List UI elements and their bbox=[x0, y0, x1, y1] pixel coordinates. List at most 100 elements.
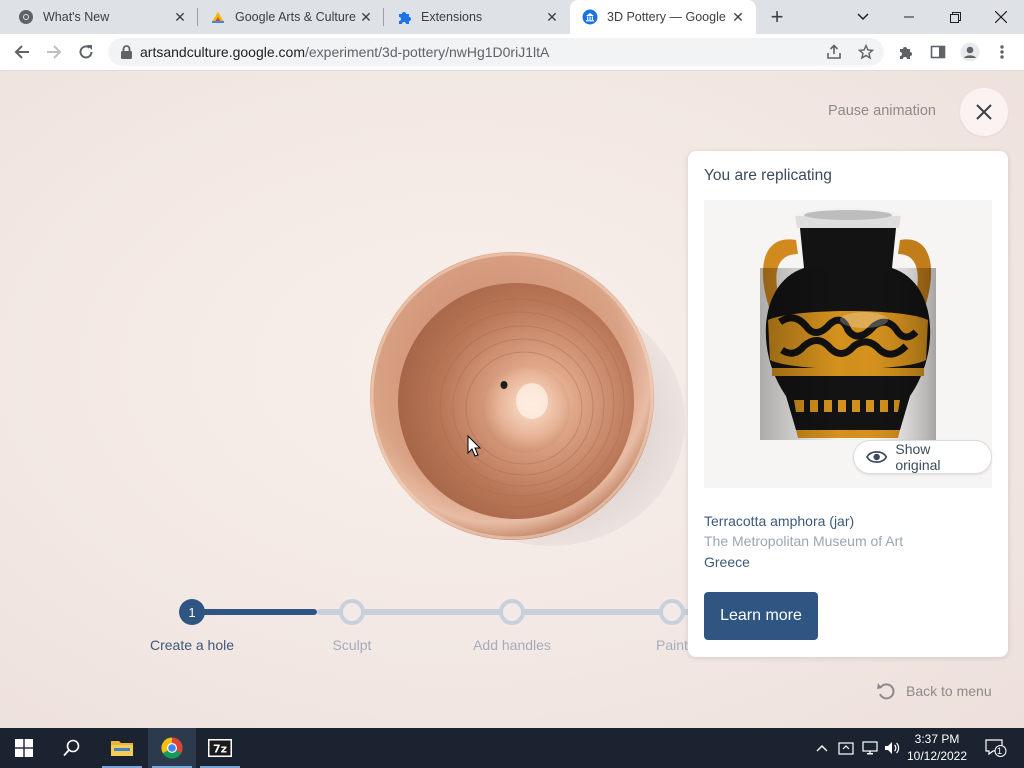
windows-logo-icon bbox=[15, 739, 33, 757]
tab-whats-new[interactable]: What's New ✕ bbox=[6, 0, 198, 34]
pottery-canvas[interactable] bbox=[360, 251, 690, 551]
tab-title: Google Arts & Culture bbox=[235, 10, 356, 24]
step-2-marker bbox=[339, 599, 365, 625]
url-text: artsandculture.google.com/experiment/3d-… bbox=[140, 44, 549, 60]
file-explorer-icon bbox=[111, 741, 133, 756]
step-1-label: Create a hole bbox=[149, 637, 235, 653]
close-icon bbox=[995, 11, 1007, 23]
7zip-icon: 7z bbox=[208, 739, 232, 757]
arrow-right-icon bbox=[47, 45, 62, 59]
profile-button[interactable] bbox=[956, 38, 984, 66]
minimize-button[interactable] bbox=[886, 0, 932, 34]
windows-taskbar: 7z 3:37 PM 10/12/2022 1 bbox=[0, 728, 1024, 768]
close-tab-icon[interactable]: ✕ bbox=[356, 7, 376, 27]
artwork-place: Greece bbox=[704, 554, 750, 570]
close-tab-icon[interactable]: ✕ bbox=[170, 7, 190, 27]
taskbar-chrome[interactable] bbox=[148, 728, 196, 768]
step-3-label: Add handles bbox=[473, 637, 551, 653]
restore-button[interactable] bbox=[932, 0, 978, 34]
tab-search-button[interactable] bbox=[840, 0, 886, 34]
network-icon bbox=[862, 741, 878, 755]
chrome-icon bbox=[18, 9, 34, 25]
tab-3d-pottery[interactable]: 3D Pottery — Google Arts & Culture ✕ bbox=[570, 0, 756, 34]
show-hidden-icons-button[interactable] bbox=[814, 740, 830, 756]
pause-animation-link[interactable]: Pause animation bbox=[828, 103, 936, 119]
share-icon bbox=[827, 44, 841, 59]
back-to-menu-link[interactable]: Back to menu bbox=[876, 681, 992, 701]
browser-toolbar: artsandculture.google.com/experiment/3d-… bbox=[0, 34, 1024, 71]
tray-app-icon[interactable] bbox=[838, 740, 854, 756]
artwork-museum: The Metropolitan Museum of Art bbox=[704, 533, 904, 549]
pot-hole-glow bbox=[516, 383, 548, 419]
menu-button[interactable] bbox=[988, 38, 1016, 66]
chrome-icon bbox=[161, 737, 183, 759]
taskbar-clock[interactable]: 3:37 PM 10/12/2022 bbox=[906, 731, 968, 765]
learn-more-button[interactable]: Learn more bbox=[704, 592, 818, 640]
notification-count: 1 bbox=[997, 746, 1003, 756]
tab-extensions[interactable]: Extensions ✕ bbox=[384, 0, 570, 34]
network-button[interactable] bbox=[862, 740, 878, 756]
side-panel-icon bbox=[930, 45, 946, 59]
taskbar-7zip[interactable]: 7z bbox=[196, 728, 244, 768]
back-to-menu-label: Back to menu bbox=[906, 683, 992, 699]
close-window-button[interactable] bbox=[978, 0, 1024, 34]
step-4-marker bbox=[659, 599, 685, 625]
chevron-down-icon bbox=[857, 13, 869, 21]
puzzle-icon bbox=[396, 9, 412, 25]
reload-icon bbox=[79, 45, 93, 59]
taskbar-file-explorer[interactable] bbox=[98, 728, 146, 768]
tab-title: Extensions bbox=[421, 10, 483, 24]
start-button[interactable] bbox=[0, 728, 48, 768]
notifications-button[interactable]: 1 bbox=[984, 739, 1008, 757]
close-icon bbox=[976, 104, 992, 120]
clock-time: 3:37 PM bbox=[914, 732, 960, 746]
extensions-button[interactable] bbox=[892, 38, 920, 66]
stepper-track-done bbox=[192, 609, 317, 615]
tab-strip: What's New ✕ Google Arts & Culture ✕ Ext… bbox=[0, 0, 1024, 34]
bookmark-button[interactable] bbox=[852, 38, 880, 66]
share-button[interactable] bbox=[820, 38, 848, 66]
chevron-up-icon bbox=[816, 745, 828, 752]
clock-date: 10/12/2022 bbox=[906, 749, 968, 763]
minimize-icon bbox=[904, 16, 914, 18]
update-icon bbox=[838, 742, 854, 755]
step-4-label: Paint bbox=[656, 637, 688, 653]
forward-button[interactable] bbox=[40, 38, 68, 66]
step-1-marker[interactable]: 1 bbox=[179, 599, 205, 625]
show-original-label: Show original bbox=[895, 441, 941, 473]
star-icon bbox=[858, 44, 874, 60]
tool-point bbox=[500, 381, 508, 389]
notification-icon bbox=[985, 739, 1007, 757]
step-3-marker bbox=[499, 599, 525, 625]
progress-stepper: 1 Create a hole Sculpt Add handles Paint bbox=[0, 599, 700, 669]
artwork-image: Show original bbox=[704, 200, 992, 488]
arts-culture-icon bbox=[210, 9, 226, 25]
tab-arts-culture[interactable]: Google Arts & Culture ✕ bbox=[198, 0, 384, 34]
tab-title: 3D Pottery — Google Arts & Culture bbox=[607, 10, 728, 24]
close-tab-icon[interactable]: ✕ bbox=[728, 7, 748, 27]
lock-icon bbox=[118, 44, 134, 60]
puzzle-icon bbox=[900, 47, 912, 59]
arrow-left-icon bbox=[14, 45, 29, 59]
svg-text:7z: 7z bbox=[213, 743, 227, 756]
address-bar[interactable]: artsandculture.google.com/experiment/3d-… bbox=[108, 38, 884, 66]
tab-title: What's New bbox=[43, 10, 110, 24]
kebab-menu-icon bbox=[1000, 45, 1004, 59]
restore-icon bbox=[949, 11, 961, 23]
reload-button[interactable] bbox=[72, 38, 100, 66]
close-experiment-button[interactable] bbox=[960, 88, 1008, 136]
search-icon bbox=[63, 739, 80, 757]
replicating-card: You are replicating Show original Terrac… bbox=[688, 151, 1008, 657]
back-button[interactable] bbox=[8, 38, 36, 66]
show-original-button[interactable]: Show original bbox=[853, 440, 992, 474]
url-host: artsandculture.google.com bbox=[140, 44, 305, 60]
side-panel-button[interactable] bbox=[924, 38, 952, 66]
new-tab-button[interactable]: + bbox=[764, 4, 790, 29]
url-path: /experiment/3d-pottery/nwHg1D0riJ1ltA bbox=[305, 44, 550, 60]
arts-culture-icon bbox=[582, 9, 598, 25]
card-title: You are replicating bbox=[704, 167, 832, 184]
close-tab-icon[interactable]: ✕ bbox=[542, 7, 562, 27]
speaker-icon bbox=[885, 742, 900, 754]
search-button[interactable] bbox=[48, 728, 96, 768]
volume-button[interactable] bbox=[884, 740, 900, 756]
